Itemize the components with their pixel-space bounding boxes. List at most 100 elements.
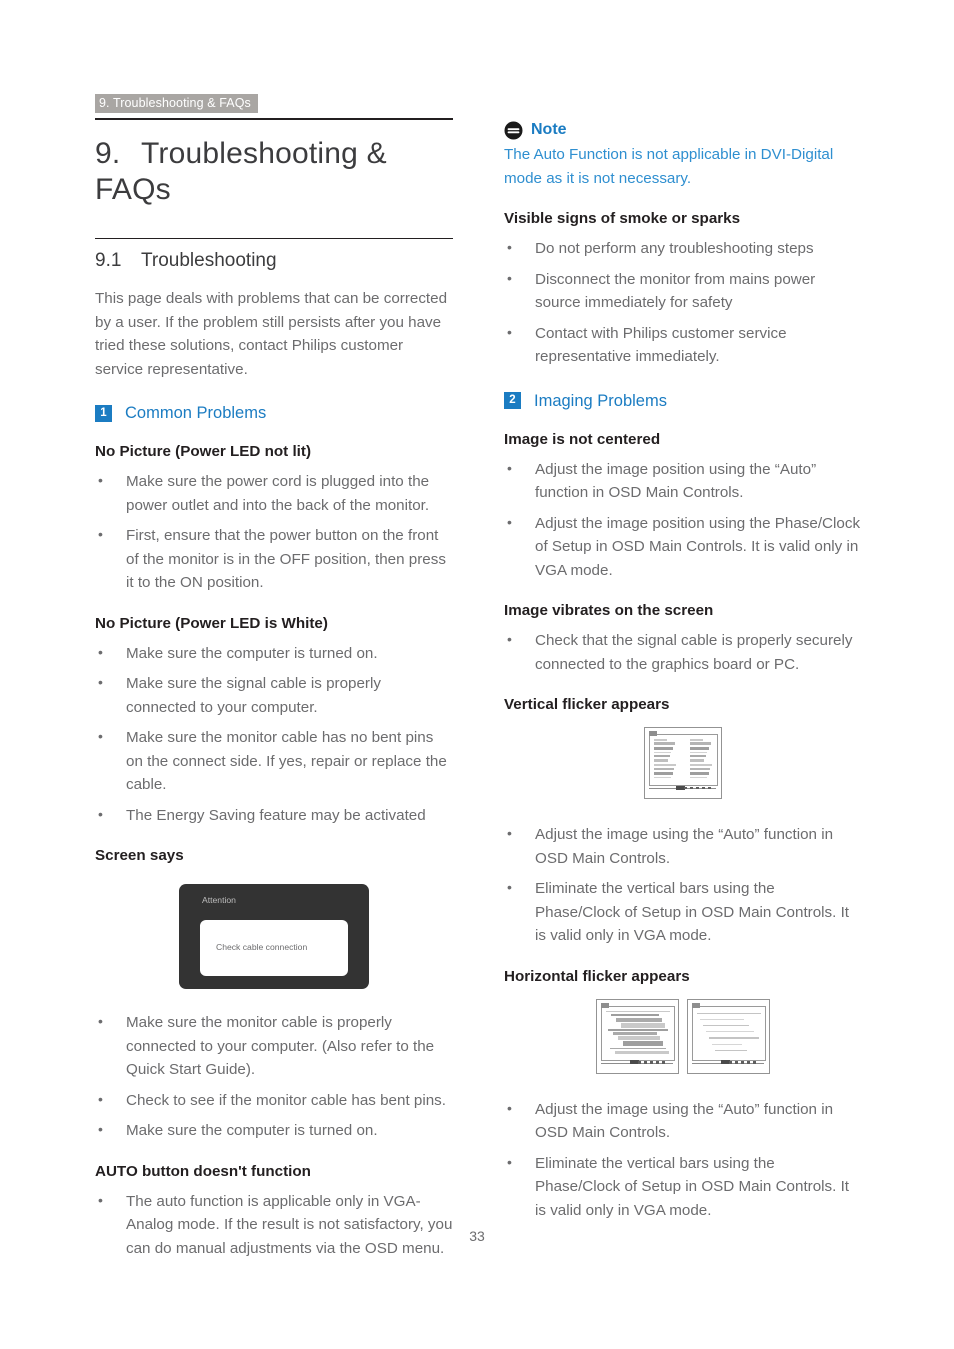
flicker-bar [654, 759, 668, 763]
bullet-list-q6: Adjust the image position using the “Aut… [504, 457, 862, 583]
flicker-bar [654, 751, 672, 754]
flicker-bar [654, 776, 671, 779]
section-rule [95, 238, 453, 239]
bullet-list-q9: Adjust the image using the “Auto” functi… [504, 1097, 862, 1223]
flicker-bar [654, 771, 673, 776]
flicker-bar [654, 746, 674, 750]
flicker-bar [608, 1029, 668, 1031]
list-item: Make sure the computer is turned on. [95, 1118, 453, 1143]
note-header: Note [504, 120, 862, 140]
monitor-power-button [720, 1060, 730, 1064]
note-title: Note [531, 121, 567, 138]
flicker-bar [690, 764, 713, 766]
flicker-bar [654, 754, 670, 758]
bullet-list-q4: The auto function is applicable only in … [95, 1189, 453, 1261]
monitor-logo-mark [601, 1002, 609, 1008]
monitor-control-button [741, 1061, 745, 1064]
monitor-control-button [656, 1061, 660, 1064]
running-header: 9. Troubleshooting & FAQs [95, 94, 258, 113]
bullet-list-q1: Make sure the power cord is plugged into… [95, 469, 453, 595]
flicker-bar [703, 1024, 749, 1027]
flicker-bar [706, 1031, 754, 1033]
subhead-common-problems: 1 Common Problems [95, 403, 453, 423]
flicker-bar [615, 1050, 669, 1054]
subhead-imaging-problems: 2 Imaging Problems [504, 391, 862, 411]
list-item: Eliminate the vertical bars using the Ph… [504, 876, 862, 948]
bullet-list-q2: Make sure the computer is turned on. Mak… [95, 641, 453, 828]
flicker-bar [690, 739, 703, 741]
list-item: The auto function is applicable only in … [95, 1189, 453, 1261]
screen-frame [601, 1005, 675, 1061]
bullet-list-q5: Do not perform any troubleshooting steps… [504, 236, 862, 369]
flicker-bar [654, 739, 667, 741]
monitor-control-button [707, 786, 711, 789]
right-column: Note The Auto Function is not applicable… [504, 120, 862, 1222]
flicker-bar [618, 1036, 660, 1041]
flicker-bar [690, 759, 704, 763]
flicker-bar [616, 1017, 662, 1022]
subhead-label-common-problems: Common Problems [125, 404, 267, 422]
monitor-logo-mark [692, 1002, 700, 1008]
monitor-control-button [695, 786, 699, 789]
flicker-bar [715, 1049, 747, 1051]
flicker-bar [697, 1012, 761, 1014]
osd-message: Check cable connection [216, 942, 308, 952]
section-number: 9.1 [95, 250, 122, 271]
screen-frame [692, 1005, 766, 1061]
flicker-bar [610, 1047, 666, 1050]
question-heading-no-picture-led-not-lit: No Picture (Power LED not lit) [95, 443, 312, 460]
list-item: Make sure the computer is turned on. [95, 641, 453, 666]
list-item: Check that the signal cable is properly … [504, 628, 862, 676]
monitor-control-button [689, 786, 693, 789]
list-item: Make sure the signal cable is properly c… [95, 671, 453, 719]
osd-message-panel: Check cable connection [200, 920, 348, 976]
question-heading-auto-button: AUTO button doesn't function [95, 1162, 311, 1180]
flicker-bar [654, 767, 675, 770]
monitor-control-button [753, 1061, 757, 1064]
flicker-bar [690, 754, 706, 758]
osd-title: Attention [202, 895, 236, 905]
monitor-control-button [683, 786, 687, 789]
horizontal-flicker-figure-wrapper [504, 998, 862, 1074]
question-heading-smoke-sparks: Visible signs of smoke or sparks [504, 210, 741, 227]
monitor-control-button [735, 1061, 739, 1064]
list-item: Adjust the image using the “Auto” functi… [504, 822, 862, 870]
flicker-bar [690, 767, 711, 770]
list-item: Adjust the image position using the Phas… [504, 511, 862, 583]
flicker-bar [613, 1032, 657, 1035]
page-number: 33 [469, 1228, 485, 1244]
vertical-flicker-diagram [644, 727, 722, 799]
chapter-number: 9. [95, 137, 121, 170]
monitor-control-button [644, 1061, 648, 1064]
flicker-bar [690, 742, 712, 745]
flicker-bar [709, 1037, 759, 1039]
monitor-control-button [650, 1061, 654, 1064]
list-item: Make sure the power cord is plugged into… [95, 469, 453, 517]
question-heading-horizontal-flicker: Horizontal flicker appears [504, 967, 690, 985]
list-item: Adjust the image position using the “Aut… [504, 457, 862, 505]
question-heading-no-picture-led-white: No Picture (Power LED is White) [95, 614, 328, 632]
section-label: Troubleshooting [141, 250, 277, 271]
flicker-bar [690, 771, 709, 776]
horizontal-flicker-diagram-before [596, 998, 679, 1074]
question-heading-image-not-centered: Image is not centered [504, 430, 661, 448]
flicker-bar [654, 764, 677, 766]
list-item: Disconnect the monitor from mains power … [504, 267, 862, 315]
monitor-control-button [701, 786, 705, 789]
page-title: 9. Troubleshooting & FAQs [95, 136, 453, 208]
flicker-bar [690, 751, 708, 754]
list-item: Make sure the monitor cable is properly … [95, 1010, 453, 1082]
list-item: Do not perform any troubleshooting steps [504, 236, 862, 261]
monitor-control-button [729, 1061, 733, 1064]
monitor-control-button [747, 1061, 751, 1064]
note-body: The Auto Function is not applicable in D… [504, 146, 834, 187]
osd-attention-dialog: Attention Check cable connection [179, 884, 369, 989]
flicker-bar [690, 746, 710, 750]
list-item: Make sure the monitor cable has no bent … [95, 725, 453, 797]
horizontal-flicker-diagram-after [687, 998, 770, 1074]
bullet-list-q3: Make sure the monitor cable is properly … [95, 1010, 453, 1143]
flicker-bar [621, 1022, 665, 1028]
flicker-bar [623, 1041, 663, 1047]
osd-figure-wrapper: Attention Check cable connection [95, 884, 453, 989]
question-heading-image-vibrates: Image vibrates on the screen [504, 602, 714, 619]
